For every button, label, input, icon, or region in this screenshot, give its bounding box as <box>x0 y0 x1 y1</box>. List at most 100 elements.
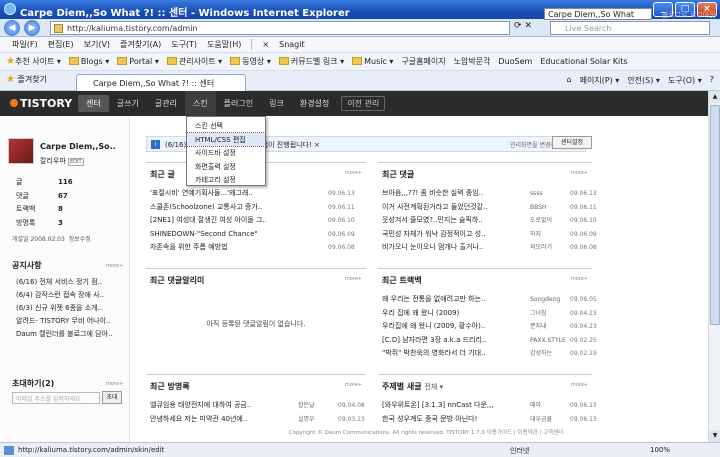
back-button[interactable]: ◀ <box>4 20 20 36</box>
info-icon: i <box>151 140 160 149</box>
search-input[interactable]: Live Search <box>550 21 710 35</box>
menu-tools[interactable]: 도구(T) <box>171 39 197 50</box>
guestbook-title: 최근 방명록 <box>150 382 190 391</box>
list-item[interactable]: 우리 집에 왜 왔니 (2009) 그녀짐 09.04.23 <box>382 307 597 321</box>
forward-button[interactable]: ▶ <box>24 20 40 36</box>
link-item[interactable]: 노암박문각 <box>454 56 491 67</box>
home-icon[interactable]: ⌂ <box>567 75 572 86</box>
link-item[interactable]: 동영상 ▾ <box>230 56 271 67</box>
link-item[interactable]: Educational Solar Kits <box>540 57 627 66</box>
recent-trackbacks-more[interactable]: more+ <box>571 276 588 282</box>
menu-item-skin-select[interactable]: 스킨 선택 <box>187 119 265 133</box>
menu-favorites[interactable]: 즐겨찾기(A) <box>120 39 161 50</box>
scroll-thumb[interactable] <box>710 105 720 325</box>
notices-more[interactable]: more+ <box>106 263 123 269</box>
tools-menu[interactable]: 도구(O) ▾ <box>668 75 702 86</box>
list-item[interactable]: 국민성 자체가 워낙 감정적이고 성.. 하지 09.06.09 <box>382 228 597 242</box>
notices-list: (6/16) 전체 서비스 정기 점.. (6/4) 감작스런 접속 장애 사.… <box>16 276 112 341</box>
list-item[interactable]: [C.D] 남자라면 3장 a.k.a 드리리.. PAXX STYLE 09.02… <box>382 334 597 348</box>
invite-email-input[interactable]: 이메일 주소를 입력하세요 <box>12 392 100 404</box>
notice-item[interactable]: Daum 캘린더를 블로그에 담아.. <box>16 328 112 341</box>
edit-button[interactable]: EDIT <box>68 158 84 166</box>
list-item[interactable]: 스쿨존(Schoolzone) 교통사고 증가.. 09.06.11 <box>150 201 355 215</box>
recent-posts-more[interactable]: more+ <box>345 170 362 176</box>
list-item[interactable]: 이거 사전계획된거라고 들었던것같.. BBSH 09.06.11 <box>382 201 597 215</box>
page-menu[interactable]: 페이지(P) ▾ <box>580 75 620 86</box>
menu-item-display-settings[interactable]: 화면출력 설정 <box>187 160 265 174</box>
prev-admin-button[interactable]: 이전 관리 <box>341 96 386 111</box>
favorites-button[interactable]: ★ 즐겨찾기 <box>6 74 47 85</box>
comment-alerts-more[interactable]: more+ <box>345 276 362 282</box>
list-item[interactable]: [와우위트온] [3.1.3] nnCast 다운,,, 때아 09.06.13 <box>382 399 597 413</box>
link-item[interactable]: 커뮤드벨 링크 ▾ <box>278 56 344 67</box>
help-icon[interactable]: ? <box>710 75 714 86</box>
list-item[interactable]: 안녕하세요 저는 미약관 40년에.. 실명우 09.03.23 <box>150 413 365 427</box>
list-item[interactable]: '표절시비' 연예기획사들...'왜그래.. 09.06.13 <box>150 187 355 201</box>
tistory-logo[interactable]: TISTORY <box>0 97 78 110</box>
list-item[interactable]: 자존속을 위한 주름 예방법 09.06.08 <box>150 241 355 255</box>
link-item[interactable]: Music ▾ <box>352 57 393 66</box>
link-item[interactable]: 관리사이트 ▾ <box>166 56 222 67</box>
notice-item[interactable]: (6/4) 감작스런 접속 장애 사.. <box>16 289 112 302</box>
list-item[interactable]: 우리집에 왜 왔니 (2009, 황수아).. 뿐지내 09.04.23 <box>382 320 597 334</box>
menu-edit[interactable]: 편집(E) <box>48 39 74 50</box>
main-content: Carpe Diem,,So.. 칼리우마 EDIT 글 116 댓글 67 트랙백… <box>0 116 720 442</box>
list-item[interactable]: SHINEDOWN-"Second Chance" 09.06.09 <box>150 228 355 242</box>
recent-trackbacks-panel: 최근 트랙백 more+ 왜 우리는 전통을 없애려고만 하는.. Songden… <box>378 268 597 368</box>
edit-info-link[interactable]: 정보수정 <box>69 236 91 243</box>
invite-more[interactable]: more+ <box>106 381 123 387</box>
menu-view[interactable]: 보기(V) <box>84 39 110 50</box>
nav-settings[interactable]: 환경설정 <box>292 98 337 109</box>
list-item[interactable]: [2NE1] 여성대 잘생긴 여성 아이돌 그.. 09.06.10 <box>150 214 355 228</box>
scroll-down-icon[interactable]: ▼ <box>709 430 720 442</box>
center-settings-button[interactable]: 센터설정 <box>552 136 592 149</box>
list-item[interactable]: 웃성겨서 줄모였?..민지는 슬픽하.. 도로없어 09.06.10 <box>382 214 597 228</box>
tag-posts-more[interactable]: more+ <box>571 382 588 388</box>
invite-button[interactable]: 초대 <box>102 391 122 404</box>
link-item[interactable]: Blogs ▾ <box>68 57 109 66</box>
page-status-icon <box>4 446 14 455</box>
browser-tab[interactable]: Carpe Diem,,So What ?! :: 센터 <box>76 74 246 91</box>
tag-posts-title: 주제별 새글 전체 ▾ <box>382 382 444 391</box>
list-item[interactable]: 왜 우리는 전통을 없애려고만 하는.. Songdeng 09.06.05 <box>382 293 597 307</box>
list-item[interactable]: "박쥐" 박찬욱의 영화라서 더 기대.. 감성하는 09.02.19 <box>382 347 597 361</box>
stop-icon[interactable]: ✕ <box>525 21 533 31</box>
vertical-scrollbar[interactable]: ▲ ▼ <box>708 91 720 442</box>
menu-item-html-css-edit[interactable]: HTML/CSS 편집 <box>186 131 266 147</box>
scroll-up-icon[interactable]: ▲ <box>709 91 720 103</box>
link-item[interactable]: DuoSem <box>498 57 532 66</box>
notice-item[interactable]: 알려드- TISTORY 무비 어나이.. <box>16 315 112 328</box>
safety-menu[interactable]: 안전(S) ▾ <box>627 75 660 86</box>
menu-item-sidebar-settings[interactable]: 사이드바 설정 <box>187 146 265 160</box>
guestbook-more[interactable]: more+ <box>345 382 362 388</box>
list-item[interactable]: 한국 성우계도 중국 문방 아닌다! 대우금쿨 09.06.13 <box>382 413 597 427</box>
nav-links[interactable]: 링크 <box>261 98 292 109</box>
list-item[interactable]: 브아음,,,??! 좀 비슷한 실력 중임.. ssss 09.06.13 <box>382 187 597 201</box>
nav-skin[interactable]: 스킨 <box>184 91 216 116</box>
menu-item-category-settings[interactable]: 카테고리 설정 <box>187 173 265 187</box>
blog-logout-links[interactable]: 블로그로 로그아웃 <box>662 10 716 20</box>
close-toolbar-icon[interactable]: × <box>262 40 269 49</box>
link-item[interactable]: ★추천 사이트 ▾ <box>6 56 61 67</box>
nav-center[interactable]: 센터 <box>78 95 109 112</box>
recent-comments-more[interactable]: more+ <box>571 170 588 176</box>
url-field[interactable]: http://kaliuma.tistory.com/admin <box>50 21 510 35</box>
tag-filter-select[interactable]: 전체 ▾ <box>424 383 443 391</box>
menu-help[interactable]: 도움말(H) <box>207 39 241 50</box>
link-item[interactable]: 구글홈페이지 <box>401 56 445 67</box>
menu-file[interactable]: 파일(F) <box>12 39 38 50</box>
blog-select[interactable]: Carpe Diem,,So What <box>544 8 652 20</box>
refresh-icon[interactable]: ⟳ <box>514 21 522 31</box>
nav-write[interactable]: 글쓰기 <box>109 98 147 109</box>
url-text: http://kaliuma.tistory.com/admin <box>67 24 198 33</box>
tabs-bar: ★ 즐겨찾기 Carpe Diem,,So What ?! :: 센터 ⌂ 페이… <box>0 71 720 91</box>
link-item[interactable]: Portal ▾ <box>117 57 159 66</box>
zoom-level[interactable]: 100% <box>650 446 670 454</box>
snagit-button[interactable]: Snagit <box>279 40 305 49</box>
list-item[interactable]: 엘큐임용 태양전지에 대하여 공금.. 잡든날 09.04.08 <box>150 399 365 413</box>
nav-plugins[interactable]: 플러그인 <box>216 98 261 109</box>
notice-item[interactable]: (6/16) 전체 서비스 정기 점.. <box>16 276 112 289</box>
notice-item[interactable]: (6/3) 신규 위젯 6종을 소개.. <box>16 302 112 315</box>
list-item[interactable]: 비가오니 눈이오니 멈개나 출거나.. 외모러기 09.06.08 <box>382 241 597 255</box>
nav-manage-posts[interactable]: 글관리 <box>147 98 185 109</box>
